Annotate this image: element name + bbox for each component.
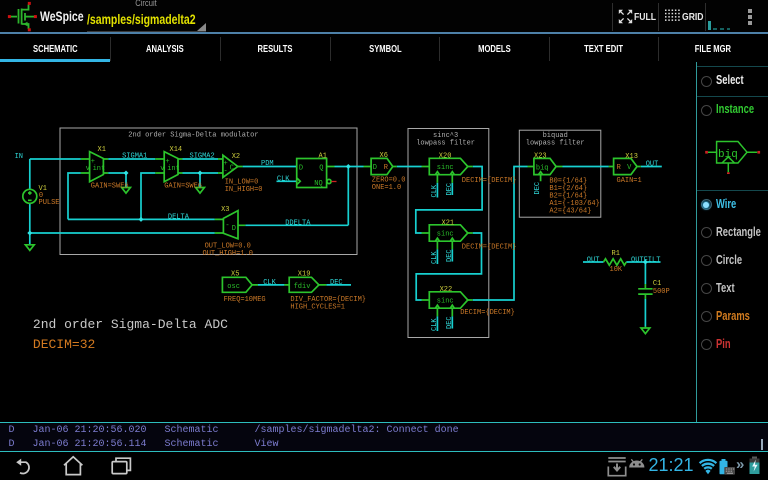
svg-text:IN: IN (15, 153, 23, 161)
svg-text:C: C (230, 165, 234, 173)
svg-text:CLK: CLK (263, 279, 276, 287)
svg-text:CLK: CLK (431, 318, 439, 331)
svg-text:lowpass filter: lowpass filter (526, 140, 585, 148)
svg-text:R1: R1 (612, 250, 620, 258)
svg-text:A1: A1 (319, 153, 327, 161)
svg-text:X21: X21 (442, 219, 455, 227)
svg-text:CLK: CLK (277, 175, 290, 183)
svg-text:GAIN=1: GAIN=1 (617, 177, 642, 185)
svg-text:PULSE: PULSE (39, 199, 60, 207)
svg-text:X1: X1 (98, 146, 106, 154)
svg-text:X13: X13 (625, 153, 638, 161)
svg-text:FREQ=10MEG: FREQ=10MEG (224, 296, 266, 304)
svg-text:500P: 500P (653, 288, 670, 296)
svg-text:X6: X6 (380, 152, 388, 160)
svg-text:DECIM={DECIM}: DECIM={DECIM} (462, 177, 517, 185)
svg-text:OUT: OUT (646, 160, 659, 168)
svg-text:D: D (373, 164, 377, 172)
svg-text:DELTA: DELTA (168, 214, 190, 222)
svg-text:X20: X20 (439, 153, 452, 161)
svg-text:GAIN=SWE6: GAIN=SWE6 (164, 183, 202, 191)
svg-text:2nd order Sigma-Delta modulato: 2nd order Sigma-Delta modulator (128, 132, 258, 140)
svg-text:PDM: PDM (261, 160, 274, 168)
svg-text:X23: X23 (534, 153, 547, 161)
svg-text:biq: biq (718, 149, 738, 161)
svg-text:HIGH_CYCLES=1: HIGH_CYCLES=1 (290, 303, 345, 311)
svg-text:CLK: CLK (431, 184, 439, 197)
svg-text:lowpass filter: lowpass filter (416, 139, 475, 147)
svg-text:GAIN=SWE6: GAIN=SWE6 (91, 183, 129, 191)
svg-text:OUT: OUT (587, 256, 600, 264)
svg-text:X5: X5 (231, 271, 239, 279)
svg-text:X22: X22 (440, 286, 453, 294)
svg-text:biq: biq (536, 165, 549, 173)
svg-text:fdiv: fdiv (294, 283, 311, 291)
svg-text:DECIM={DECIM}: DECIM={DECIM} (460, 309, 515, 317)
svg-text:-: - (224, 168, 228, 176)
svg-text:IN_HIGH=0: IN_HIGH=0 (225, 186, 263, 194)
svg-text:-: - (225, 222, 229, 230)
svg-text:OUT_HIGH=1.0: OUT_HIGH=1.0 (203, 250, 253, 258)
svg-text:10K: 10K (610, 266, 623, 274)
svg-text:DECIM={DECIM}: DECIM={DECIM} (462, 244, 517, 252)
svg-text:DEC: DEC (446, 183, 454, 196)
svg-text:D: D (232, 225, 236, 233)
svg-text:A2={43/64}: A2={43/64} (549, 208, 591, 216)
svg-text:DEC: DEC (446, 249, 454, 262)
svg-text:DEC: DEC (446, 316, 454, 329)
svg-text:X19: X19 (298, 271, 311, 279)
svg-text:Q: Q (319, 165, 323, 173)
svg-text:NQ: NQ (314, 180, 322, 188)
svg-text:D: D (299, 165, 303, 173)
svg-text:CLK: CLK (431, 251, 439, 264)
svg-text:OUTFILT: OUTFILT (631, 256, 660, 264)
svg-text:R: R (617, 164, 622, 172)
svg-text:R: R (384, 164, 389, 172)
svg-text:DECIM=32: DECIM=32 (33, 337, 95, 352)
svg-text:DEC: DEC (330, 279, 343, 287)
svg-text:V: V (627, 164, 632, 172)
svg-text:X3: X3 (221, 206, 229, 214)
svg-text:SIGMA1: SIGMA1 (122, 152, 147, 160)
svg-text:DDELTA: DDELTA (285, 220, 311, 228)
svg-text:2nd order Sigma-Delta ADC: 2nd order Sigma-Delta ADC (33, 317, 228, 332)
svg-text:osc: osc (227, 283, 240, 291)
svg-text:SIGMA2: SIGMA2 (190, 152, 215, 160)
svg-text:X2: X2 (232, 153, 240, 161)
svg-text:ONE=1.0: ONE=1.0 (372, 184, 401, 192)
svg-text:X14: X14 (170, 146, 183, 154)
svg-text:DEC: DEC (534, 182, 542, 195)
